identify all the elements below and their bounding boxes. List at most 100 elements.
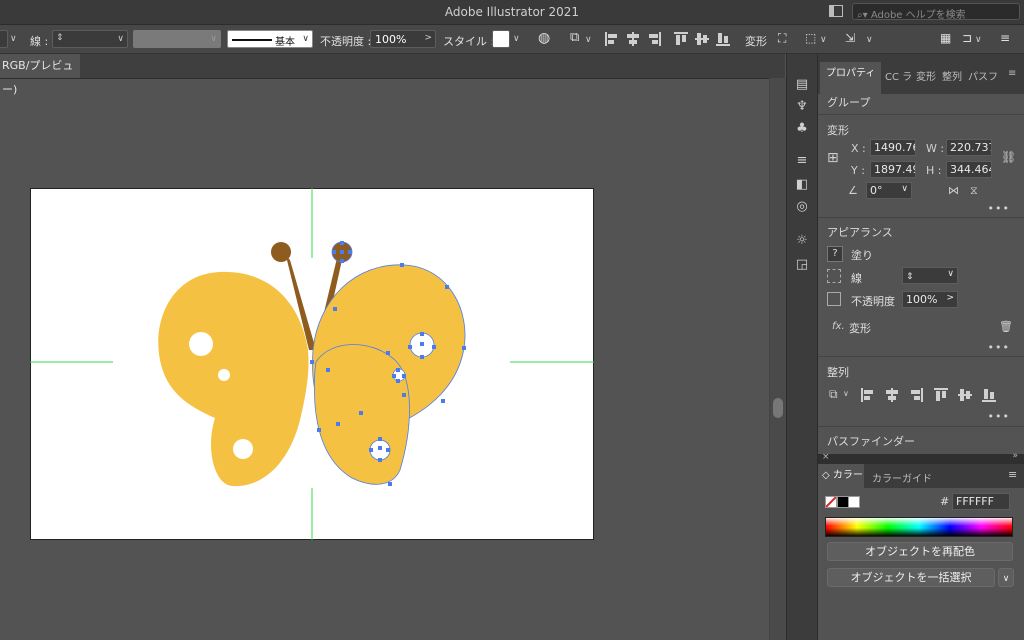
panel-menu-icon[interactable]: ≡ (1008, 68, 1016, 79)
none-swatch[interactable] (825, 496, 837, 508)
shape-mode-icon[interactable]: ⬚ (805, 31, 816, 45)
chevron-down-icon[interactable]: ∨ (210, 34, 217, 44)
align-center-h-icon[interactable] (625, 31, 641, 47)
align-center-h-icon[interactable] (884, 388, 900, 402)
chevron-down-icon[interactable]: ∨ (820, 35, 827, 45)
color-spectrum[interactable] (825, 517, 1013, 537)
y-field[interactable]: 1897.49 (870, 161, 916, 178)
layers-icon[interactable]: ◲ (795, 258, 809, 272)
select-same-dropdown[interactable]: ∨ (998, 568, 1014, 587)
align-middle-v-icon[interactable] (958, 388, 974, 402)
chevron-down-icon[interactable]: ∨ (10, 34, 17, 44)
tab-properties[interactable]: プロパティ (820, 62, 882, 94)
tab-color[interactable]: ◇ カラー (818, 464, 864, 488)
tab-transform[interactable]: 変形 (916, 68, 936, 83)
panel-menu-icon[interactable]: ≡ (1008, 468, 1017, 481)
tab-cc-libraries[interactable]: CC ラ (885, 68, 912, 83)
angle-field[interactable]: 0° ∨ (866, 182, 912, 199)
align-middle-v-icon[interactable] (694, 31, 710, 47)
select-same-button[interactable]: オブジェクトを一括選択 (827, 568, 995, 587)
tab-color-guide[interactable]: カラーガイド (872, 470, 932, 485)
appearance-icon[interactable]: ☼ (795, 234, 809, 248)
scrollbar-thumb[interactable] (773, 398, 783, 418)
opacity-input[interactable]: 100% > (370, 30, 436, 48)
stroke-panel-icon[interactable]: ≡ (795, 154, 809, 168)
control-bar: ∨ 線 : ⇕ ∨ ∨ 基本 ∨ 不透明度 : 100% > スタイル : ∨ … (0, 25, 1024, 54)
chevron-down-icon[interactable]: ∨ (117, 34, 124, 44)
fill-swatch[interactable]: ? (827, 246, 843, 262)
align-to-icon[interactable]: ⧉ (570, 30, 579, 45)
tab-color-label: カラー (832, 470, 863, 481)
align-top-icon[interactable] (934, 388, 950, 402)
appearance-more-button[interactable]: ••• (988, 341, 1010, 354)
chevron-down-icon[interactable]: ∨ (975, 35, 982, 45)
document-tab[interactable]: RGB/プレビュー) (0, 54, 80, 96)
align-bottom-icon[interactable] (715, 31, 731, 47)
close-icon[interactable]: × (822, 452, 830, 462)
variable-width-dropdown[interactable]: ∨ (133, 30, 221, 48)
chevron-down-icon[interactable]: ∨ (585, 35, 592, 45)
white-swatch[interactable] (848, 496, 860, 508)
effect-transform-link[interactable]: 変形 (849, 320, 871, 336)
reference-point-icon[interactable]: ⊞ (827, 150, 839, 166)
warp-icon[interactable]: ⇲ (845, 31, 855, 45)
isolate-icon[interactable]: ⛶ (778, 31, 786, 46)
x-field[interactable]: 1490.76 (870, 139, 916, 156)
menu-icon[interactable]: ≡ (1000, 31, 1010, 45)
canvas-artwork[interactable] (0, 78, 769, 640)
align-left-icon[interactable] (860, 388, 876, 402)
chevron-down-icon[interactable]: ∨ (947, 269, 954, 279)
h-field[interactable]: 344.464 (946, 161, 992, 178)
brush-dropdown[interactable]: 基本 ∨ (227, 30, 313, 48)
align-top-icon[interactable] (673, 31, 689, 47)
collapse-icon[interactable]: » (1012, 451, 1018, 461)
align-right-icon[interactable] (908, 388, 924, 402)
left-wing[interactable] (158, 271, 309, 487)
align-right-icon[interactable] (646, 31, 662, 47)
transform-more-button[interactable]: ••• (988, 202, 1010, 215)
stroke-swatch[interactable] (827, 269, 841, 283)
flip-horizontal-icon[interactable]: ⋈ (948, 184, 959, 197)
chevron-down-icon[interactable]: ∨ (866, 35, 873, 45)
workspace-icon[interactable]: ⊐ (962, 31, 972, 45)
align-to-icon[interactable]: ⧉ (829, 387, 838, 402)
panel-toggle-icon[interactable] (829, 5, 843, 17)
tab-pathfinder[interactable]: パスフ (968, 68, 998, 83)
align-bottom-icon[interactable] (982, 388, 998, 402)
brush-panel-icon[interactable]: ♆ (795, 100, 809, 114)
hex-input[interactable]: FFFFFF (952, 493, 1010, 510)
constrain-proportions-icon[interactable]: ⛓ (1001, 150, 1016, 164)
gradient-icon[interactable]: ◧ (795, 178, 809, 192)
trash-icon[interactable]: 🗑 (999, 320, 1013, 333)
chevron-down-icon[interactable]: ∨ (843, 389, 849, 398)
chevron-right-icon[interactable]: > (424, 33, 432, 43)
fill-swatch[interactable] (0, 30, 8, 48)
transform-label[interactable]: 変形 (745, 33, 767, 49)
align-left-icon[interactable] (604, 31, 620, 47)
arrange-documents-icon[interactable]: ▦ (940, 31, 951, 45)
symbols-icon[interactable]: ♣ (795, 122, 809, 136)
stroke-weight-dropdown[interactable]: ⇕ ∨ (52, 30, 128, 48)
title-bar: Adobe Illustrator 2021 ⌕▾ Adobe ヘルプを検索 (0, 0, 1024, 25)
style-swatch[interactable] (492, 30, 510, 48)
libraries-icon[interactable]: ▤ (795, 78, 809, 92)
brush-label: 基本 (275, 37, 295, 48)
divider (818, 426, 1024, 427)
canvas-vertical-scrollbar[interactable] (769, 78, 786, 640)
stepper-icon[interactable]: ⇕ (906, 272, 914, 282)
chevron-right-icon[interactable]: > (946, 293, 954, 303)
w-field[interactable]: 220.737 (946, 139, 992, 156)
help-search-input[interactable]: ⌕▾ Adobe ヘルプを検索 (852, 3, 1020, 21)
chevron-down-icon[interactable]: ∨ (901, 184, 908, 194)
transparency-icon[interactable]: ◎ (795, 200, 809, 214)
tab-align[interactable]: 整列 (942, 68, 962, 83)
recolor-icon[interactable]: ◍ (538, 30, 550, 46)
chevron-down-icon[interactable]: ∨ (513, 34, 520, 44)
align-more-button[interactable]: ••• (988, 410, 1010, 423)
stepper-icon[interactable]: ⇕ (56, 33, 64, 43)
stroke-weight-field[interactable]: ⇕ ∨ (902, 267, 958, 284)
chevron-down-icon[interactable]: ∨ (302, 34, 309, 44)
flip-vertical-icon[interactable]: ⧖ (970, 184, 978, 198)
opacity-field[interactable]: 100% > (902, 291, 958, 308)
recolor-artwork-button[interactable]: オブジェクトを再配色 (827, 542, 1013, 561)
